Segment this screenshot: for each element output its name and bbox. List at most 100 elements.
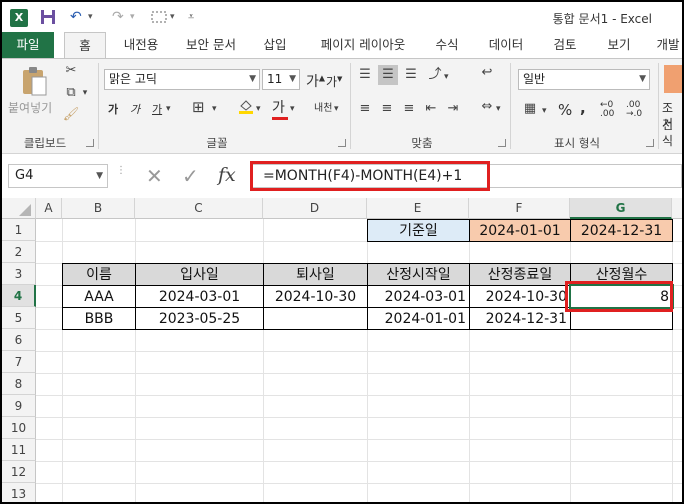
italic-button[interactable]: 가 <box>130 101 140 117</box>
table-cell[interactable]: BBB <box>62 307 136 330</box>
align-middle-icon[interactable]: ☰ <box>378 65 398 85</box>
tab-insert[interactable]: 삽입 <box>252 32 298 58</box>
tab-review[interactable]: 검토 <box>544 32 586 58</box>
decrease-decimal-icon[interactable]: .00 →.0 <box>626 101 642 119</box>
row-header-2[interactable]: 2 <box>2 241 36 263</box>
merge-center-icon[interactable]: ⇔ <box>478 99 496 115</box>
align-left-icon[interactable]: ≡ <box>356 101 374 117</box>
enter-icon[interactable]: ✓ <box>182 164 199 188</box>
tab-view[interactable]: 보기 <box>598 32 640 58</box>
header-calc-end-cell[interactable]: 산정종료일 <box>469 263 571 286</box>
select-all-corner[interactable] <box>2 198 36 219</box>
tab-developer[interactable]: 개발 <box>648 32 682 58</box>
paste-icon[interactable] <box>18 65 52 99</box>
row-header-12[interactable]: 12 <box>2 461 36 483</box>
worksheet-grid[interactable]: A B C D E F G 1 2 3 4 5 6 7 8 9 10 11 12… <box>2 198 682 502</box>
row-header-11[interactable]: 11 <box>2 439 36 461</box>
conditional-format-label-2[interactable]: 서식 <box>662 115 682 149</box>
font-grow-icon[interactable]: 가▲ <box>306 71 325 91</box>
clipboard-launcher-icon[interactable] <box>86 139 94 147</box>
redo-icon[interactable]: ↷ <box>112 9 124 25</box>
fill-color-icon[interactable] <box>236 97 256 120</box>
header-leave-date-cell[interactable]: 퇴사일 <box>263 263 368 286</box>
align-bottom-icon[interactable]: ☰ <box>402 67 420 83</box>
customize-qat-icon[interactable]: ⩡ <box>188 9 194 25</box>
table-cell[interactable]: 2024-10-30 <box>263 285 368 308</box>
table-cell[interactable]: 2024-01-01 <box>367 307 470 330</box>
base-end-date-cell[interactable]: 2024-12-31 <box>570 219 673 242</box>
row-header-13[interactable]: 13 <box>2 483 36 502</box>
header-name-cell[interactable]: 이름 <box>62 263 136 286</box>
tab-home[interactable]: 홈 <box>64 32 106 59</box>
align-top-icon[interactable]: ☰ <box>356 67 374 83</box>
base-start-date-cell[interactable]: 2024-01-01 <box>469 219 571 242</box>
tab-formulas[interactable]: 수식 <box>426 32 468 58</box>
percent-style-button[interactable]: % <box>558 101 572 119</box>
accounting-format-icon[interactable]: ▦ <box>520 101 540 117</box>
phonetic-icon[interactable]: 내천 <box>314 99 332 114</box>
row-header-6[interactable]: 6 <box>2 329 36 351</box>
tab-secure-doc[interactable]: 보안 문서 <box>178 32 244 58</box>
increase-indent-icon[interactable]: ⇥ <box>444 101 462 117</box>
table-cell[interactable]: AAA <box>62 285 136 308</box>
tab-file[interactable]: 파일 <box>2 32 54 58</box>
select-dropdown-icon[interactable]: ▾ <box>170 9 175 25</box>
save-icon[interactable] <box>40 9 56 29</box>
column-header-e[interactable]: E <box>367 198 469 219</box>
base-date-label-cell[interactable]: 기준일 <box>367 219 470 242</box>
name-box[interactable]: G4 ▼ <box>8 164 108 188</box>
table-cell[interactable]: 2023-05-25 <box>135 307 264 330</box>
phonetic-dropdown-icon[interactable]: ▾ <box>334 101 339 117</box>
comma-style-button[interactable]: , <box>580 99 586 117</box>
border-icon[interactable]: ⊞ <box>192 99 205 115</box>
undo-icon[interactable]: ↶ <box>70 9 82 25</box>
wrap-text-icon[interactable]: ↩ <box>478 65 496 81</box>
font-color-icon[interactable]: 가 <box>272 97 288 120</box>
border-dropdown-icon[interactable]: ▾ <box>212 101 217 117</box>
align-right-icon[interactable]: ≡ <box>400 101 418 117</box>
cancel-icon[interactable]: ✕ <box>146 164 163 188</box>
formula-bar-handle-icon[interactable]: ⋮ <box>116 166 126 176</box>
format-painter-icon[interactable]: 🖌 <box>62 107 80 123</box>
row-header-4[interactable]: 4 <box>2 285 36 307</box>
number-launcher-icon[interactable] <box>646 139 654 147</box>
tab-my-menu[interactable]: 내전용 <box>112 32 170 58</box>
paste-label[interactable]: 붙여넣기 <box>8 99 52 116</box>
underline-button[interactable]: 가 <box>152 101 162 117</box>
merge-dropdown-icon[interactable]: ▾ <box>496 101 501 117</box>
column-header-b[interactable]: B <box>62 198 135 219</box>
bold-button[interactable]: 가 <box>108 101 118 117</box>
column-header-d[interactable]: D <box>263 198 367 219</box>
undo-dropdown-icon[interactable]: ▾ <box>88 9 93 25</box>
tab-page-layout[interactable]: 페이지 레이아웃 <box>308 32 418 58</box>
orientation-icon[interactable]: ⤴ <box>426 67 444 83</box>
row-header-8[interactable]: 8 <box>2 373 36 395</box>
select-objects-icon[interactable] <box>150 9 168 29</box>
font-shrink-icon[interactable]: 가▼ <box>326 73 342 90</box>
table-cell[interactable]: 2024-03-01 <box>135 285 264 308</box>
table-cell[interactable]: 2024-10-30 <box>469 285 571 308</box>
row-header-1[interactable]: 1 <box>2 219 36 241</box>
table-cell[interactable] <box>263 307 368 330</box>
row-header-5[interactable]: 5 <box>2 307 36 329</box>
column-header-f[interactable]: F <box>469 198 570 219</box>
header-hire-date-cell[interactable]: 입사일 <box>135 263 264 286</box>
copy-dropdown-icon[interactable]: ▾ <box>80 85 90 101</box>
insert-function-icon[interactable]: fx <box>218 164 236 186</box>
copy-icon[interactable]: ⧉ <box>62 85 80 101</box>
row-header-7[interactable]: 7 <box>2 351 36 373</box>
font-color-dropdown-icon[interactable]: ▾ <box>290 101 295 117</box>
row-header-9[interactable]: 9 <box>2 395 36 417</box>
tab-data[interactable]: 데이터 <box>478 32 534 58</box>
redo-dropdown-icon[interactable]: ▾ <box>130 9 135 25</box>
column-header-g[interactable]: G <box>570 198 672 219</box>
decrease-indent-icon[interactable]: ⇤ <box>422 101 440 117</box>
font-name-combo[interactable]: 맑은 고딕 ▼ <box>104 69 260 90</box>
column-header-c[interactable]: C <box>135 198 263 219</box>
increase-decimal-icon[interactable]: ←0.00 <box>600 101 614 119</box>
column-header-a[interactable]: A <box>36 198 62 219</box>
accounting-dropdown-icon[interactable]: ▾ <box>542 103 547 119</box>
number-format-combo[interactable]: 일반 ▼ <box>518 69 650 90</box>
header-calc-start-cell[interactable]: 산정시작일 <box>367 263 470 286</box>
cut-icon[interactable]: ✂ <box>62 63 80 79</box>
